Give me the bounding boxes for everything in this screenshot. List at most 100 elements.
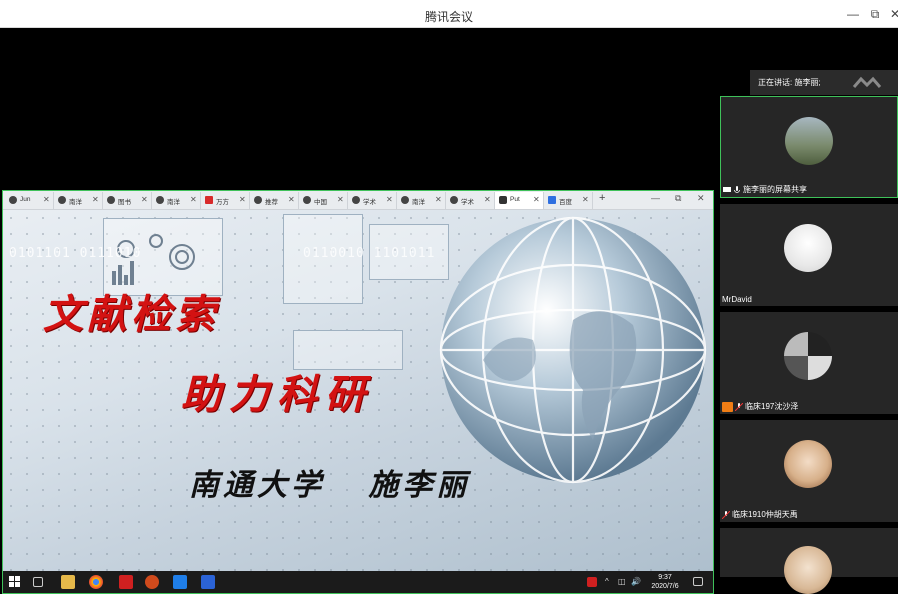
- pubmed-icon: [499, 196, 507, 204]
- shared-screen[interactable]: Jun ✕ 南洋 ✕ 图书 ✕ 南洋 ✕ 万方 ✕ 推荐 ✕ 中国 ✕ 学术 ✕ 南洋 ✕ 学术 ✕…: [2, 190, 714, 594]
- tab-label: 学术: [363, 199, 376, 206]
- wanfang-icon: [205, 196, 213, 204]
- powerpoint-icon[interactable]: [145, 575, 159, 589]
- tencent-meeting-icon[interactable]: [173, 575, 187, 589]
- avatar: [784, 332, 832, 380]
- wps-icon[interactable]: [201, 575, 215, 589]
- browser-tab[interactable]: Jun ✕: [5, 192, 54, 209]
- participant-name-row: MrDavid: [722, 295, 752, 304]
- tray-expand-icon[interactable]: ^: [605, 577, 609, 586]
- close-tab-icon[interactable]: ✕: [288, 195, 295, 204]
- browser-tab[interactable]: 南洋 ✕: [152, 192, 201, 209]
- browser-tab[interactable]: 中国 ✕: [299, 192, 348, 209]
- browser-tab[interactable]: 学术 ✕: [446, 192, 495, 209]
- tab-label: 中国: [314, 199, 327, 206]
- globe-icon: [107, 196, 115, 204]
- chrome-icon[interactable]: [89, 575, 103, 589]
- video-tile[interactable]: 临床1910仲胡天禹: [720, 420, 898, 522]
- taskbar-clock[interactable]: 9:37 2020/7/6: [643, 573, 687, 591]
- participant-name-row: 施李丽的屏幕共享: [723, 184, 807, 195]
- browser-tab[interactable]: 百度 ✕: [544, 192, 593, 209]
- browser-close-icon[interactable]: ✕: [697, 193, 705, 204]
- task-view-icon[interactable]: [33, 577, 43, 587]
- close-tab-icon[interactable]: ✕: [484, 195, 491, 204]
- participant-name: 临床1910仲胡天禹: [732, 510, 798, 519]
- tab-label: 南洋: [167, 199, 180, 206]
- slide-title-line1: 文献检索: [43, 291, 219, 338]
- participant-name: 施李丽的屏幕共享: [743, 185, 807, 194]
- binary-code-left: 0101101 0111010: [9, 246, 142, 261]
- baidu-icon: [548, 196, 556, 204]
- avatar: [785, 117, 833, 165]
- minimize-button[interactable]: —: [842, 4, 864, 24]
- browser-tab[interactable]: 图书 ✕: [103, 192, 152, 209]
- close-tab-icon[interactable]: ✕: [92, 195, 99, 204]
- tencent-meeting-logo: [852, 76, 882, 88]
- mic-icon: [734, 185, 740, 193]
- window-title: 腾讯会议: [424, 10, 473, 24]
- restore-button[interactable]: ⧉: [864, 4, 886, 24]
- share-stage: Jun ✕ 南洋 ✕ 图书 ✕ 南洋 ✕ 万方 ✕ 推荐 ✕ 中国 ✕ 学术 ✕ 南洋 ✕ 学术 ✕…: [0, 29, 716, 594]
- avatar: [784, 224, 832, 272]
- tab-label: Jun: [20, 196, 31, 203]
- browser-tab[interactable]: 学术 ✕: [348, 192, 397, 209]
- tab-label: 图书: [118, 199, 131, 206]
- volume-icon[interactable]: 🔊: [631, 577, 641, 586]
- clock-time: 9:37: [658, 574, 672, 581]
- browser-restore-icon[interactable]: ⧉: [675, 193, 681, 204]
- close-tab-icon[interactable]: ✕: [582, 195, 589, 204]
- close-button[interactable]: ✕: [884, 4, 898, 24]
- globe-icon: [156, 196, 164, 204]
- participant-name: MrDavid: [722, 295, 752, 304]
- browser-tab[interactable]: 万方 ✕: [201, 192, 250, 209]
- screen-share-icon: [723, 186, 731, 192]
- tab-label: 南洋: [412, 199, 425, 206]
- close-tab-icon[interactable]: ✕: [435, 195, 442, 204]
- clock-date: 2020/7/6: [651, 583, 679, 590]
- video-tile[interactable]: MrDavid: [720, 204, 898, 306]
- file-explorer-icon[interactable]: [61, 575, 75, 589]
- avatar: [784, 546, 832, 594]
- close-tab-icon[interactable]: ✕: [141, 195, 148, 204]
- close-tab-icon[interactable]: ✕: [190, 195, 197, 204]
- video-tile-screen-share[interactable]: 施李丽的屏幕共享: [720, 96, 898, 198]
- globe-icon: [450, 196, 458, 204]
- video-tile[interactable]: 临床197沈沙泽: [720, 312, 898, 414]
- browser-tab[interactable]: 南洋 ✕: [397, 192, 446, 209]
- speaking-indicator: 正在讲话: 施李丽;: [750, 70, 898, 95]
- network-icon[interactable]: ◫: [618, 577, 626, 586]
- globe-icon: [254, 196, 262, 204]
- close-tab-icon[interactable]: ✕: [43, 195, 50, 204]
- notification-icon[interactable]: [693, 577, 703, 586]
- tab-label: 推荐: [265, 199, 278, 206]
- browser-tab-active[interactable]: Put ✕: [495, 192, 544, 209]
- browser-tab[interactable]: 南洋 ✕: [54, 192, 103, 209]
- close-tab-icon[interactable]: ✕: [386, 195, 393, 204]
- close-tab-icon[interactable]: ✕: [337, 195, 344, 204]
- close-tab-icon[interactable]: ✕: [239, 195, 246, 204]
- close-tab-icon[interactable]: ✕: [533, 195, 540, 204]
- globe-icon: [352, 196, 360, 204]
- windows-start-icon[interactable]: [9, 575, 23, 589]
- slide-author: 南通大学 施李丽: [189, 468, 471, 503]
- participant-name: 临床197沈沙泽: [745, 402, 799, 411]
- browser-tab-bar: Jun ✕ 南洋 ✕ 图书 ✕ 南洋 ✕ 万方 ✕ 推荐 ✕ 中国 ✕ 学术 ✕ 南洋 ✕ 学术 ✕…: [3, 191, 713, 210]
- mic-muted-icon: [722, 510, 730, 519]
- xmind-icon[interactable]: [119, 575, 133, 589]
- tab-label: Put: [510, 196, 520, 203]
- globe-icon: [58, 196, 66, 204]
- browser-minimize-icon[interactable]: —: [651, 193, 660, 203]
- mic-muted-icon: [735, 402, 743, 411]
- binary-code-right: 0110010 1101011: [303, 246, 436, 261]
- host-badge-icon: [722, 401, 733, 412]
- participant-name-row: 临床1910仲胡天禹: [722, 509, 798, 520]
- avatar: [784, 440, 832, 488]
- video-tile[interactable]: [720, 528, 898, 594]
- participant-name-row: 临床197沈沙泽: [722, 401, 798, 412]
- windows-taskbar: ^ ◫ 🔊 9:37 2020/7/6: [3, 571, 713, 593]
- tab-label: 学术: [461, 199, 474, 206]
- new-tab-button[interactable]: +: [599, 192, 605, 204]
- tray-app-icon[interactable]: [587, 577, 597, 587]
- globe-icon: [303, 196, 311, 204]
- browser-tab[interactable]: 推荐 ✕: [250, 192, 299, 209]
